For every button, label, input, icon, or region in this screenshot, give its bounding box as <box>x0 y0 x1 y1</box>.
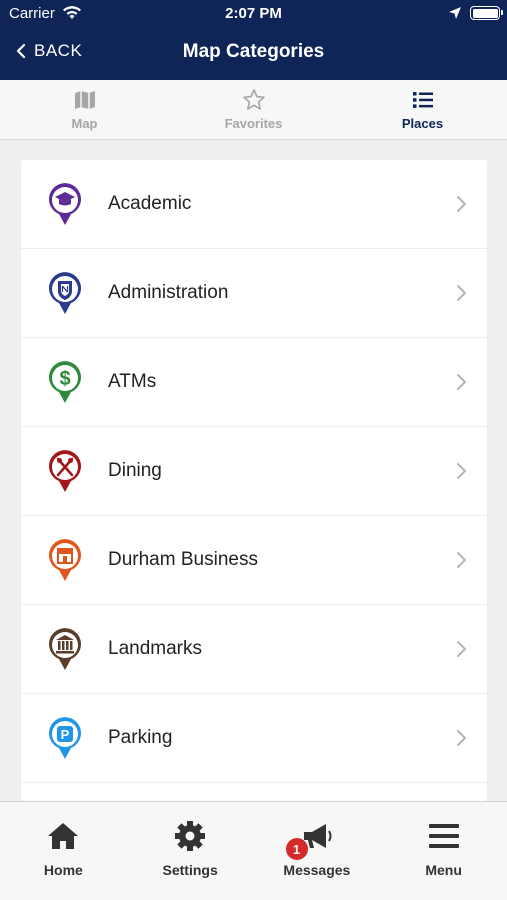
chevron-right-icon <box>457 285 466 301</box>
page-title: Map Categories <box>182 41 325 62</box>
list-item-parking[interactable]: P Parking <box>21 694 487 783</box>
battery-icon <box>470 6 503 20</box>
home-label: Home <box>43 862 83 878</box>
list-item-durham-business[interactable]: Durham Business <box>21 516 487 605</box>
menu-button[interactable]: Menu <box>380 802 507 900</box>
dollar-icon: $ <box>49 361 81 403</box>
tab-favorites[interactable]: Favorites <box>169 80 338 139</box>
bottom-tab-bar: Home Settings 1 Messages Menu <box>0 801 507 900</box>
svg-text:P: P <box>61 727 70 742</box>
list-item-label: Parking <box>108 727 173 748</box>
list-item-administration[interactable]: Administration <box>21 249 487 338</box>
location-arrow-icon <box>449 7 461 19</box>
tab-map[interactable]: Map <box>0 80 169 139</box>
chevron-right-icon <box>457 730 466 746</box>
list-item-landmarks[interactable]: Landmarks <box>21 605 487 694</box>
list-item-label: ATMs <box>108 371 157 392</box>
star-icon <box>242 89 265 110</box>
map-icon <box>74 91 95 109</box>
list-item-partial[interactable] <box>21 783 487 801</box>
chevron-right-icon <box>457 374 466 390</box>
messages-button[interactable]: 1 Messages <box>254 802 381 900</box>
chevron-right-icon <box>457 641 466 657</box>
parking-icon: P <box>49 717 81 759</box>
list-item-dining[interactable]: Dining <box>21 427 487 516</box>
messages-badge: 1 <box>285 838 308 860</box>
chevron-right-icon <box>457 552 466 568</box>
segment-tabs: Map Favorites Places <box>0 80 507 140</box>
list-item-label: Academic <box>108 193 192 214</box>
menu-label: Menu <box>425 862 462 878</box>
settings-button[interactable]: Settings <box>127 802 254 900</box>
list-item-label: Durham Business <box>108 549 258 570</box>
list-item-label: Dining <box>108 460 162 481</box>
list-item-academic[interactable]: Academic <box>21 160 487 249</box>
chevron-right-icon <box>457 463 466 479</box>
settings-label: Settings <box>162 862 218 878</box>
list-item-label: Landmarks <box>108 638 202 659</box>
graduation-cap-icon <box>49 183 81 225</box>
landmark-icon <box>49 628 81 670</box>
status-time: 2:07 PM <box>225 5 282 22</box>
tab-map-label: Map <box>71 116 98 131</box>
nav-bar: BACK Map Categories <box>0 28 507 80</box>
app-header: Carrier 2:07 PM BACK Map Categories <box>0 0 507 80</box>
list-item-label: Administration <box>108 282 229 303</box>
shield-icon <box>49 272 81 314</box>
list-icon <box>412 92 433 108</box>
messages-label: Messages <box>283 862 351 878</box>
svg-text:$: $ <box>59 368 70 390</box>
tab-places[interactable]: Places <box>338 80 507 139</box>
home-button[interactable]: Home <box>0 802 127 900</box>
categories-list: Academic Administration $ ATMs Dining Du… <box>21 160 487 801</box>
home-icon <box>48 823 79 849</box>
chevron-right-icon <box>457 196 466 212</box>
status-bar: Carrier 2:07 PM <box>0 0 507 28</box>
tab-places-label: Places <box>401 116 444 131</box>
utensils-icon <box>49 450 81 492</box>
tab-favorites-label: Favorites <box>224 116 283 131</box>
storefront-icon <box>49 539 81 581</box>
list-item-atms[interactable]: $ ATMs <box>21 338 487 427</box>
gear-icon <box>175 821 206 851</box>
hamburger-menu-icon <box>428 824 459 848</box>
